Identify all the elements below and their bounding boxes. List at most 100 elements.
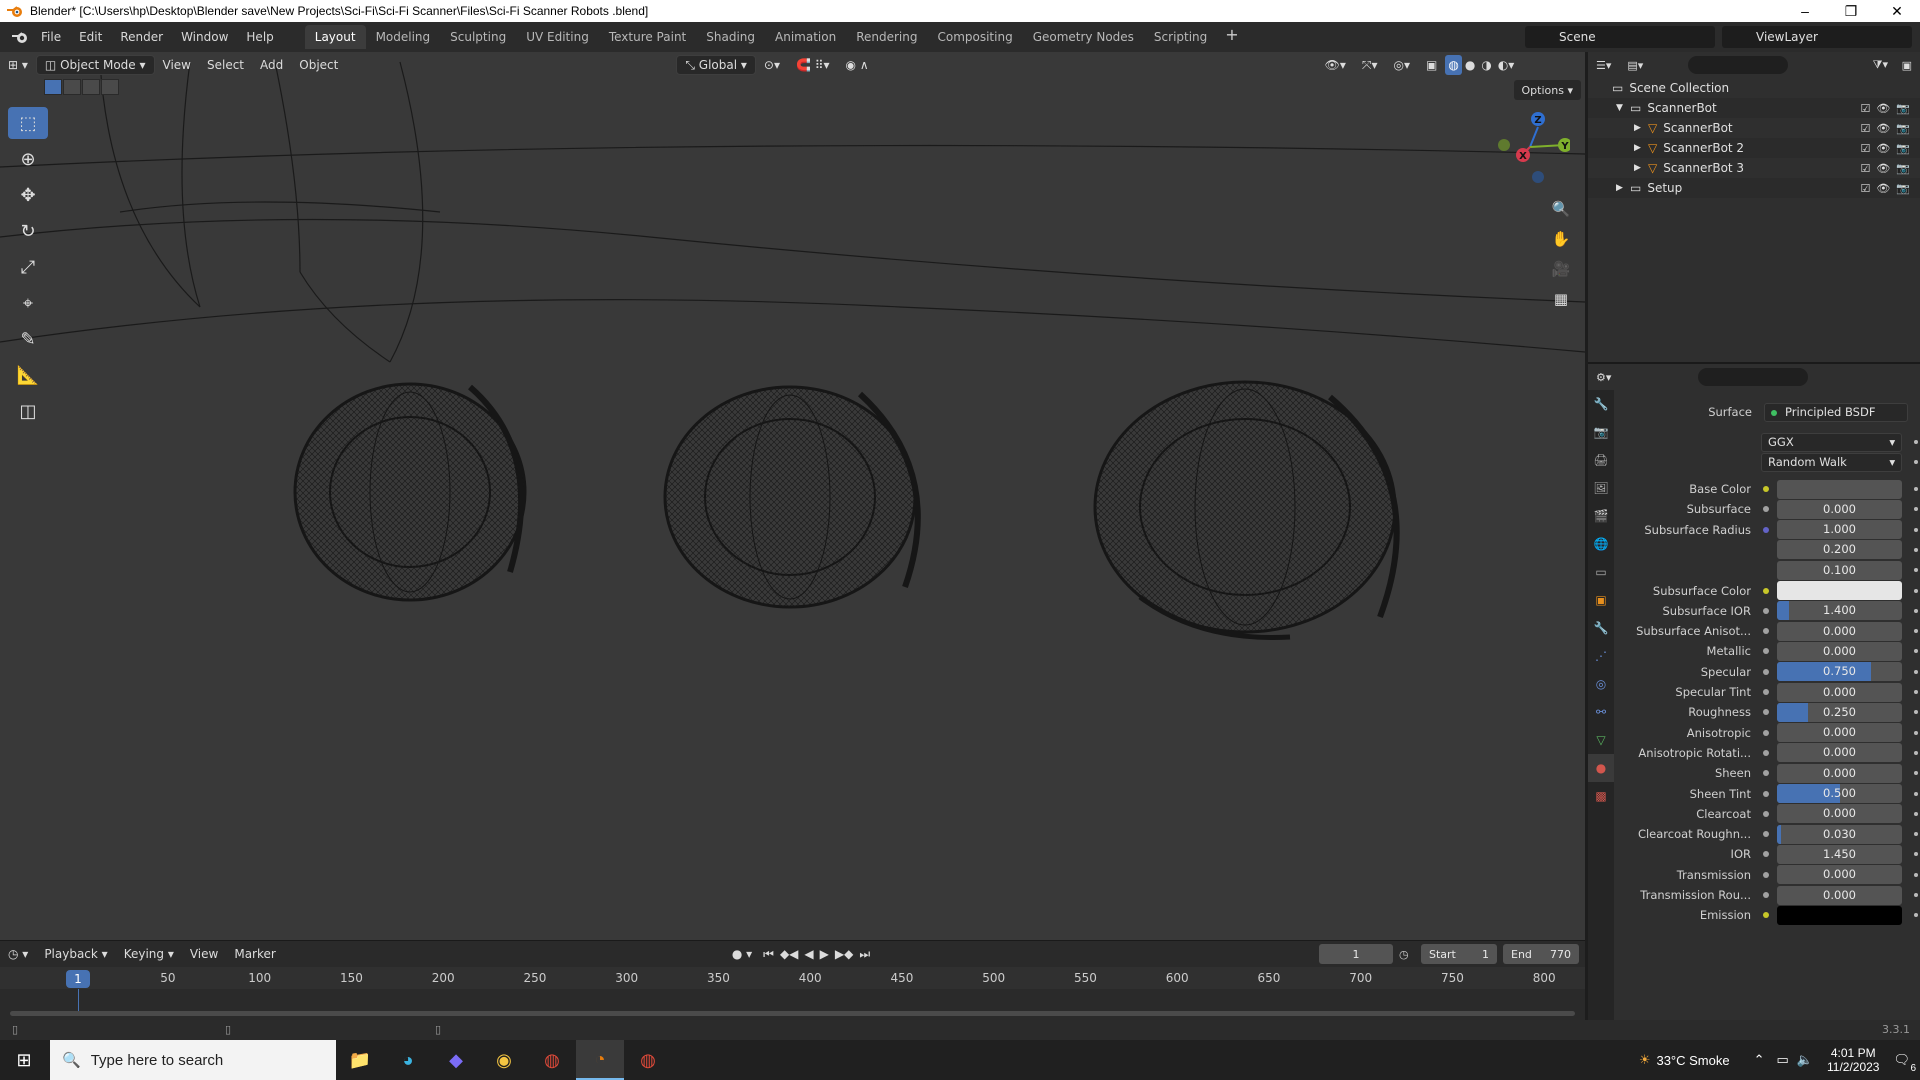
eye-icon[interactable]: 👁 — [1876, 182, 1890, 195]
menu-render[interactable]: Render — [111, 30, 172, 44]
material-tab-icon[interactable]: ● — [1588, 754, 1614, 782]
value-slider[interactable]: 0.100 — [1776, 560, 1903, 580]
outliner-editor-type-icon[interactable]: ☰▾ — [1588, 55, 1619, 75]
tab-geometry-nodes[interactable]: Geometry Nodes — [1023, 25, 1144, 49]
chevron-up-icon[interactable]: ⌃ — [1754, 1052, 1765, 1068]
chrome-icon[interactable]: ◍ — [528, 1040, 576, 1080]
texture-tab-icon[interactable]: ▩ — [1588, 782, 1614, 810]
tab-scripting[interactable]: Scripting — [1144, 25, 1217, 49]
animate-dot-icon[interactable] — [1914, 750, 1918, 755]
preview-range-icon[interactable]: ◷ — [1399, 948, 1415, 961]
animate-dot-icon[interactable] — [1914, 487, 1918, 491]
surface-shader-field[interactable]: Principled BSDF — [1764, 402, 1908, 422]
playhead-frame[interactable]: 1 — [66, 970, 90, 988]
value-slider[interactable]: 0.000 — [1776, 743, 1903, 763]
clock[interactable]: 4:01 PM 11/2/2023 — [1827, 1046, 1880, 1074]
animate-dot-icon[interactable] — [1914, 527, 1918, 532]
outliner-row[interactable]: ▶ ▽ ScannerBot 3 ☑ 👁 📷 — [1588, 158, 1920, 178]
socket-icon[interactable] — [1762, 648, 1769, 655]
distribution-dropdown[interactable]: GGX ▾ — [1761, 432, 1903, 452]
socket-icon[interactable] — [1762, 668, 1769, 675]
collection-tab-icon[interactable]: ▭ — [1588, 558, 1614, 586]
socket-icon[interactable] — [1762, 790, 1769, 797]
view-layer-tab-icon[interactable]: 🖼 — [1588, 474, 1614, 502]
edge-icon[interactable]: ◕ — [384, 1040, 432, 1080]
value-slider[interactable]: 0.250 — [1776, 702, 1903, 722]
end-frame-field[interactable]: End 770 — [1503, 944, 1579, 964]
scanner-bot-1[interactable] — [293, 382, 527, 602]
taskbar-search-box[interactable]: 🔍 Type here to search — [50, 1040, 336, 1080]
eye-icon[interactable]: 👁 — [1876, 162, 1890, 175]
value-slider[interactable]: 0.200 — [1776, 540, 1903, 560]
physics-tab-icon[interactable]: ◎ — [1588, 670, 1614, 698]
network-icon[interactable]: ▭ — [1777, 1052, 1789, 1068]
value-slider[interactable]: 1.000 — [1776, 520, 1903, 540]
animate-dot-icon[interactable] — [1914, 690, 1918, 694]
socket-icon[interactable] — [1762, 729, 1769, 736]
camera-render-icon[interactable]: 📷 — [1896, 162, 1910, 175]
output-tab-icon[interactable]: 🖨 — [1588, 446, 1614, 474]
expand-down-icon[interactable]: ▼ — [1616, 103, 1630, 113]
outliner-row[interactable]: ▼ ▭ ScannerBot ☑ 👁 📷 — [1588, 98, 1920, 118]
socket-icon[interactable] — [1762, 587, 1769, 594]
tab-layout[interactable]: Layout — [304, 25, 366, 49]
scene-selector[interactable]: Scene — [1525, 26, 1715, 48]
menu-file[interactable]: File — [32, 30, 70, 44]
blender-taskbar-icon[interactable]: ◔ — [576, 1040, 624, 1080]
weather-text[interactable]: 33°C Smoke — [1656, 1053, 1729, 1068]
animate-dot-icon[interactable] — [1914, 568, 1918, 573]
animate-dot-icon[interactable] — [1914, 771, 1918, 776]
socket-icon[interactable] — [1762, 689, 1769, 695]
outliner-search-input[interactable] — [1688, 56, 1788, 74]
blender-menu-icon[interactable] — [8, 30, 32, 44]
exclude-checkbox-icon[interactable]: ☑ — [1860, 122, 1870, 135]
notifications-icon[interactable]: 🗨 6 — [1893, 1052, 1916, 1074]
tab-texture-paint[interactable]: Texture Paint — [599, 25, 696, 49]
world-tab-icon[interactable]: 🌐 — [1588, 530, 1614, 558]
auto-keying-icon[interactable]: ● ▾ — [724, 944, 760, 964]
socket-icon[interactable] — [1762, 810, 1769, 817]
play-reverse-icon[interactable]: ◀ — [801, 944, 816, 964]
properties-editor-type-icon[interactable]: ⚙▾ — [1588, 367, 1619, 387]
menu-playback[interactable]: Playback ▾ — [36, 944, 115, 964]
scene-tab-icon[interactable]: 🎬 — [1588, 502, 1614, 530]
3d-viewport[interactable]: ⊞ ▾ ◫ Object Mode ▾ View Select Add Obje… — [0, 52, 1585, 940]
close-button[interactable]: ✕ — [1874, 3, 1920, 20]
scanner-bot-2[interactable] — [663, 385, 921, 609]
exclude-checkbox-icon[interactable]: ☑ — [1860, 182, 1870, 195]
camera-render-icon[interactable]: 📷 — [1896, 122, 1910, 135]
animate-dot-icon[interactable] — [1914, 710, 1918, 715]
outliner-row[interactable]: ▭ Scene Collection — [1588, 78, 1920, 98]
value-slider[interactable]: 0.000 — [1776, 723, 1903, 743]
animate-dot-icon[interactable] — [1914, 913, 1918, 918]
volume-icon[interactable]: 🔈 — [1797, 1052, 1813, 1068]
view-layer-selector[interactable]: ViewLayer — [1722, 26, 1912, 48]
animate-dot-icon[interactable] — [1914, 893, 1918, 897]
camera-render-icon[interactable]: 📷 — [1896, 102, 1910, 115]
eye-icon[interactable]: 👁 — [1876, 122, 1890, 135]
socket-icon[interactable] — [1762, 486, 1769, 492]
value-slider[interactable]: 0.750 — [1776, 662, 1903, 682]
animate-dot-icon[interactable] — [1914, 791, 1918, 796]
socket-icon[interactable] — [1762, 709, 1769, 716]
animate-dot-icon[interactable] — [1914, 811, 1918, 816]
exclude-checkbox-icon[interactable]: ☑ — [1860, 102, 1870, 115]
add-workspace-button[interactable]: + — [1217, 25, 1246, 49]
expand-right-icon[interactable]: ▶ — [1634, 123, 1648, 133]
eye-icon[interactable]: 👁 — [1876, 102, 1890, 115]
jump-end-icon[interactable]: ⏭ — [856, 944, 873, 964]
color-swatch[interactable] — [1776, 581, 1903, 600]
value-slider[interactable]: 0.000 — [1776, 641, 1903, 661]
exclude-checkbox-icon[interactable]: ☑ — [1860, 142, 1870, 155]
file-explorer-icon[interactable]: 📁 — [336, 1040, 384, 1080]
socket-icon[interactable] — [1762, 892, 1769, 898]
animate-dot-icon[interactable] — [1914, 608, 1918, 613]
menu-timeline-view[interactable]: View — [182, 944, 226, 964]
animate-dot-icon[interactable] — [1914, 872, 1918, 877]
value-slider[interactable]: 0.000 — [1776, 763, 1903, 783]
tab-rendering[interactable]: Rendering — [846, 25, 927, 49]
timeline-editor-type-icon[interactable]: ◷ ▾ — [0, 944, 36, 964]
socket-icon[interactable] — [1762, 607, 1769, 614]
menu-marker[interactable]: Marker — [226, 944, 283, 964]
socket-icon[interactable] — [1762, 628, 1769, 635]
